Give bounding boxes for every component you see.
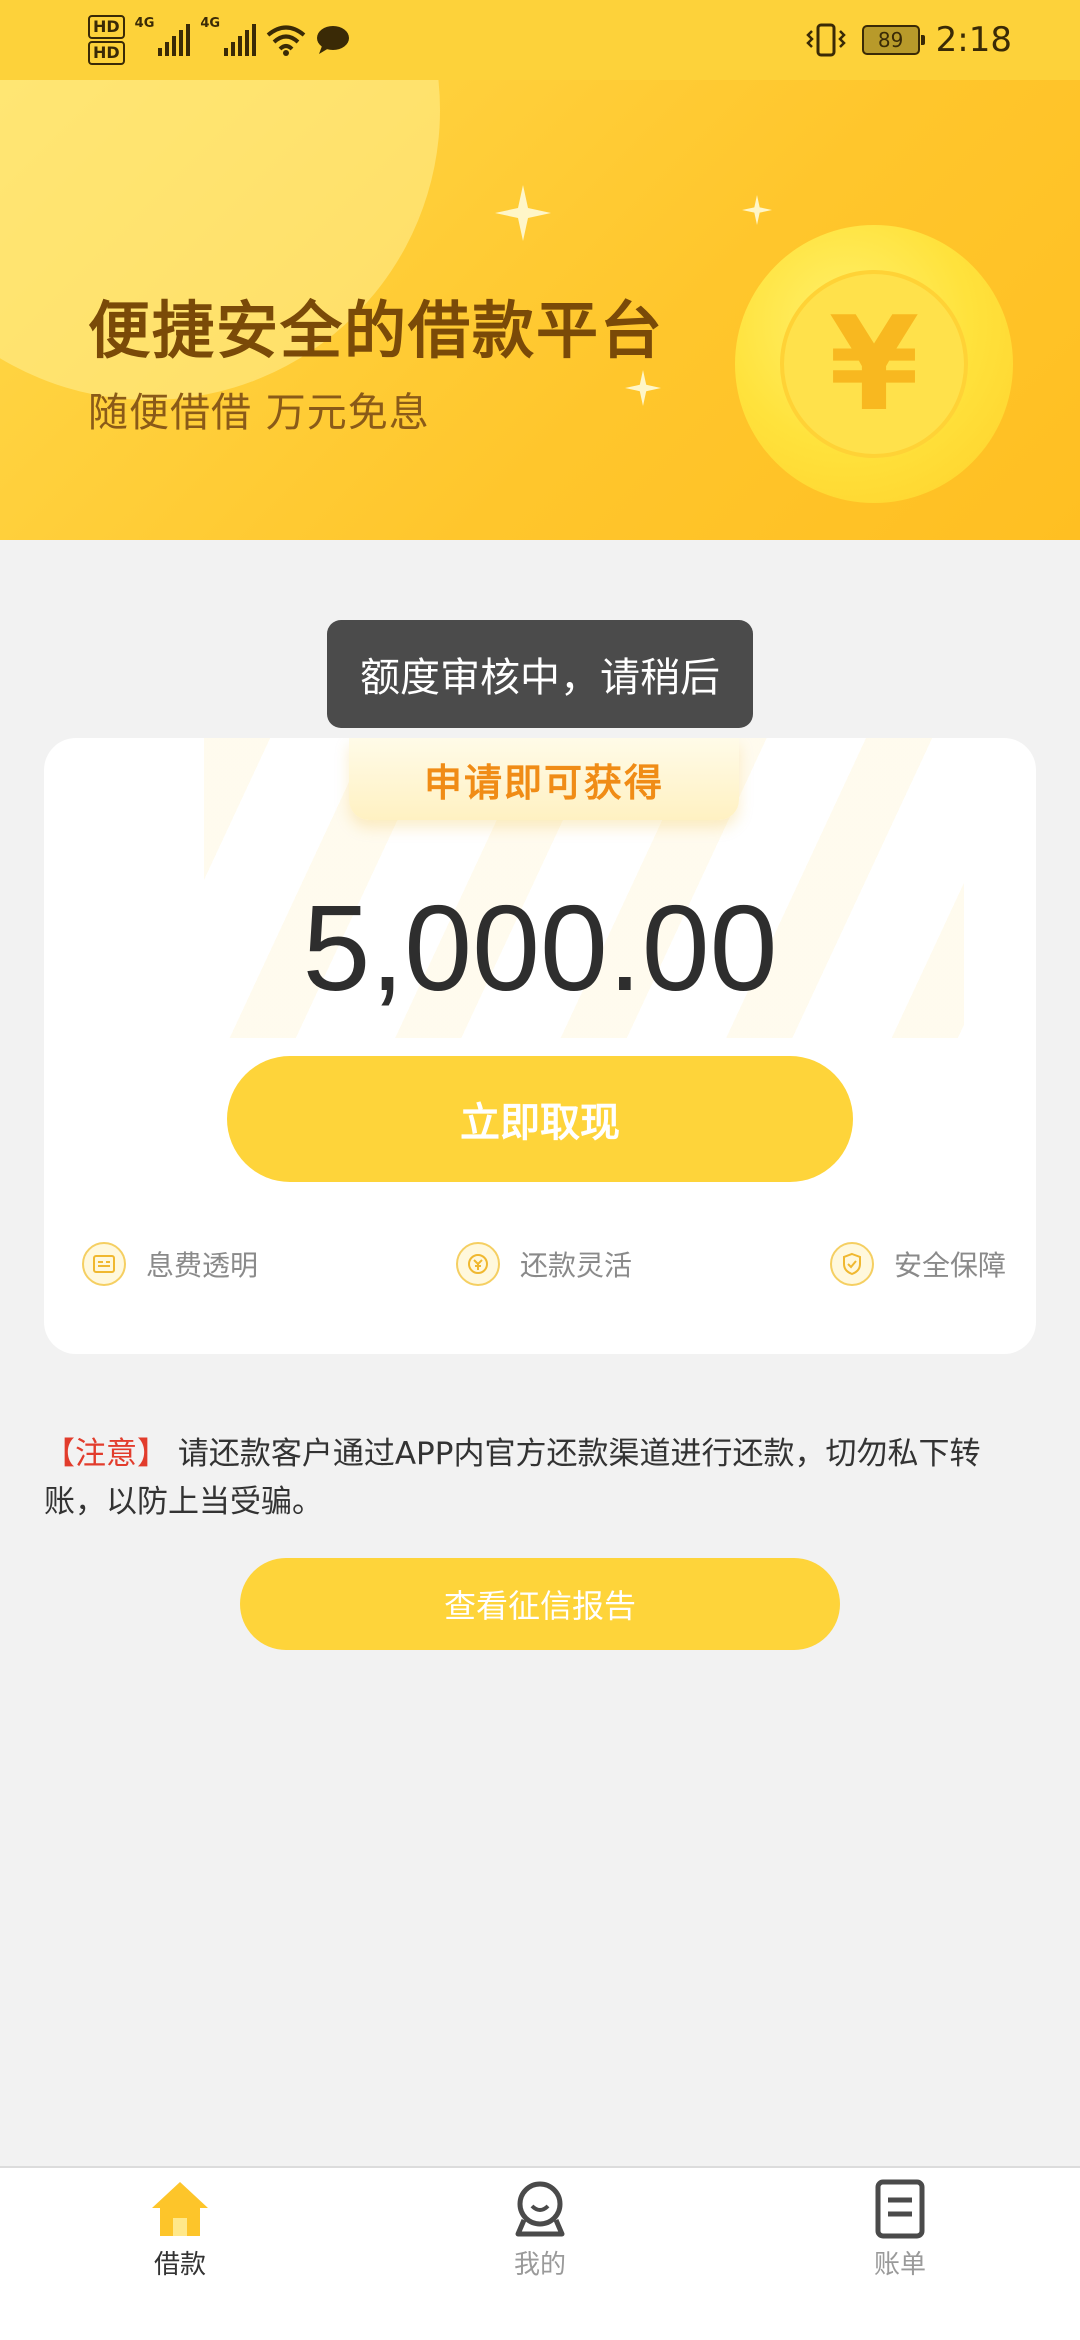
feature-fee-transparent: 息费透明 [82, 1242, 258, 1286]
vibrate-icon [805, 23, 846, 57]
feature-label: 息费透明 [146, 1249, 259, 1282]
tab-mine[interactable]: 我的 [460, 2178, 620, 2308]
credit-report-button[interactable]: 查看征信报告 [240, 1558, 840, 1650]
notice-tag: 【注意】 [44, 1436, 168, 1472]
feature-flexible-repay: 还款灵活 [456, 1242, 632, 1286]
repay-icon [456, 1242, 500, 1286]
loan-card: 申请即可获得 5,000.00 立即取现 息费透明 还款灵活 安全保障 [44, 738, 1036, 1354]
tab-label: 我的 [513, 2250, 566, 2280]
tab-loan[interactable]: 借款 [100, 2178, 260, 2308]
feature-label: 还款灵活 [520, 1249, 633, 1282]
status-bar: HD HD 4G 4G 89 2:18 [0, 0, 1080, 80]
status-left: HD HD 4G 4G [88, 10, 350, 70]
notice-body: 请还款客户通过APP内官方还款渠道进行还款，切勿私下转账，以防上当受骗。 [44, 1436, 981, 1520]
banner-title: 便捷安全的借款平台 [88, 294, 665, 367]
feature-label: 安全保障 [894, 1249, 1007, 1282]
network-type-1: 4G [134, 16, 155, 31]
message-icon [317, 26, 350, 54]
home-icon [152, 2182, 208, 2236]
notice-text: 【注意】 请还款客户通过APP内官方还款渠道进行还款，切勿私下转账，以防上当受骗… [44, 1430, 1036, 1526]
tab-bill[interactable]: 账单 [820, 2178, 980, 2308]
bill-icon [875, 2179, 925, 2239]
profile-icon [515, 2181, 565, 2237]
fee-icon [82, 1242, 126, 1286]
sparkle-icon [742, 195, 772, 225]
hd-badge-2: HD [88, 41, 125, 65]
signal-icon-2 [224, 24, 257, 56]
shield-icon [830, 1242, 874, 1286]
network-type-2: 4G [200, 16, 221, 31]
bottom-tab-bar: 借款 我的 账单 [0, 2166, 1080, 2340]
loan-amount: 5,000.00 [302, 880, 778, 1016]
withdraw-button[interactable]: 立即取现 [227, 1056, 853, 1182]
status-right: 89 2:18 [805, 10, 1012, 70]
tab-label: 账单 [873, 2250, 926, 2280]
status-time: 2:18 [935, 20, 1012, 60]
hd-indicators: HD HD [88, 15, 125, 65]
sparkle-icon [625, 370, 661, 406]
banner-subtitle: 随便借借 万元免息 [88, 390, 430, 436]
sparkle-icon [495, 185, 551, 241]
promo-banner[interactable]: 便捷安全的借款平台 随便借借 万元免息 ¥ [0, 80, 1080, 540]
battery-icon: 89 [861, 25, 925, 55]
hd-badge-1: HD [88, 15, 125, 39]
wifi-icon [266, 25, 306, 56]
coin-icon: ¥ [735, 225, 1013, 503]
toast-message: 额度审核中，请稍后 [327, 620, 753, 728]
card-ribbon: 申请即可获得 [349, 738, 739, 820]
tab-label: 借款 [153, 2250, 206, 2280]
feature-security: 安全保障 [830, 1242, 1006, 1286]
signal-icon [158, 24, 191, 56]
yuan-symbol: ¥ [780, 270, 968, 458]
